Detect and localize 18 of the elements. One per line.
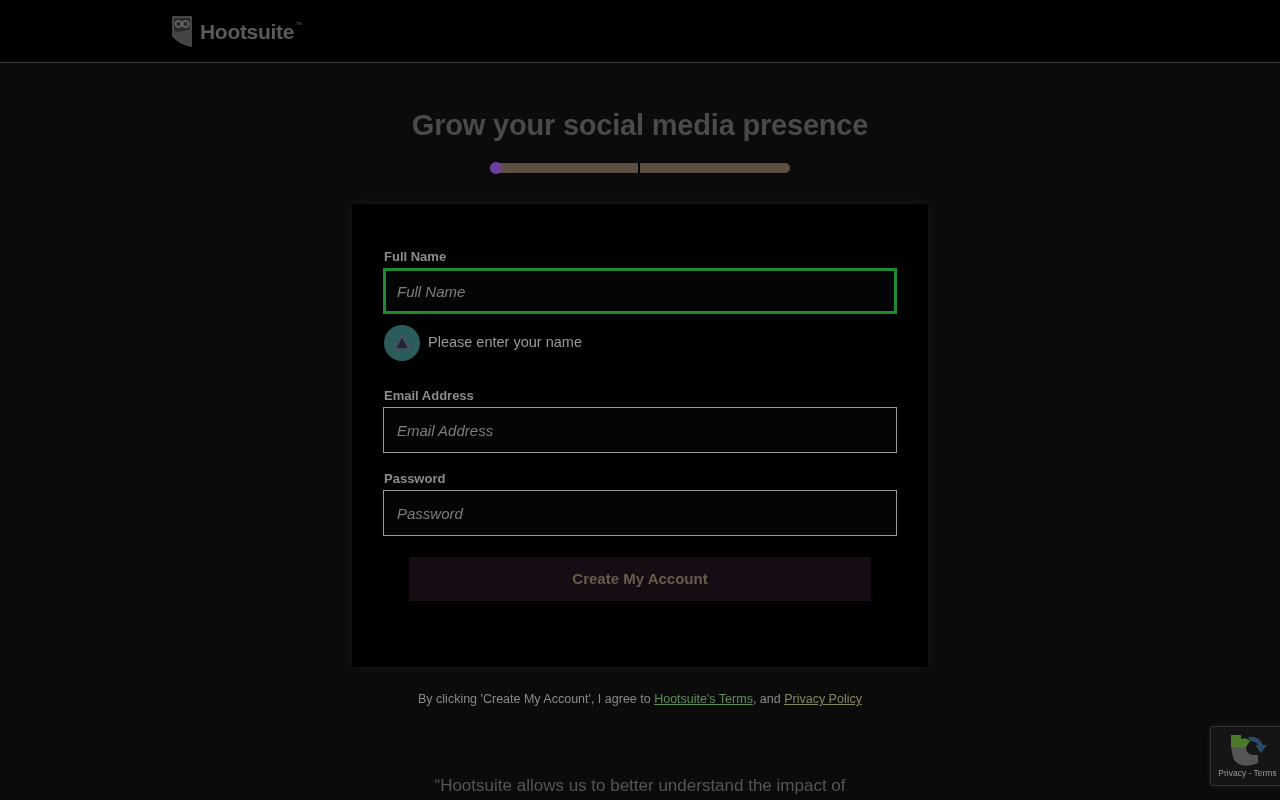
field-label: Email Address: [384, 388, 474, 404]
legal-notice: By clicking 'Create My Account', I agree to Hootsuite's Terms, and Privacy Policy: [418, 691, 862, 708]
warning-icon: [384, 325, 420, 361]
privacy-terms-links[interactable]: Privacy - Terms: [1218, 769, 1277, 778]
circular-arrows-icon: [1228, 733, 1267, 767]
field-label: Password: [384, 471, 446, 487]
input-field[interactable]: Password: [383, 490, 897, 536]
create-account-button[interactable]: Create My Account: [409, 557, 871, 601]
terms-link[interactable]: Hootsuite's Terms: [654, 692, 753, 706]
page-title: Grow your social media presence: [411, 108, 869, 143]
owl-icon: [172, 15, 192, 47]
error-message: Please enter your name: [428, 333, 582, 353]
testimonial-quote: “Hootsuite allows us to better understand the impact of: [434, 776, 846, 796]
input-field[interactable]: Email Address: [383, 407, 897, 453]
logo-wordmark: Hootsuite: [200, 20, 295, 42]
input-field[interactable]: Full Name: [383, 268, 897, 314]
privacy-link[interactable]: Privacy Policy: [784, 692, 862, 706]
field-label: Full Name: [384, 249, 447, 265]
